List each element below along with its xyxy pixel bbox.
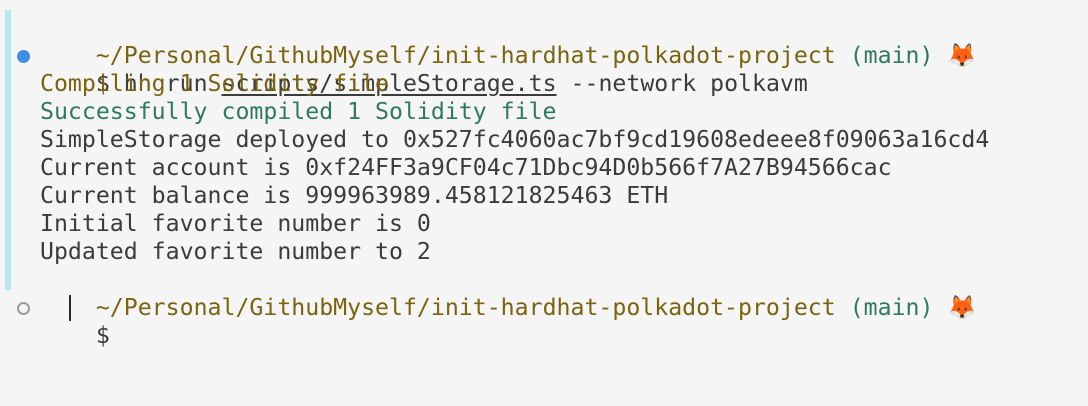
text-cursor xyxy=(69,295,71,321)
output-line-updated-number: Updated favorite number to 2 xyxy=(40,238,431,265)
command-block-bar xyxy=(5,10,11,266)
terminal-window[interactable]: ~/Personal/GithubMyself/init-hardhat-pol… xyxy=(0,0,1088,406)
command-flags: --network polkavm xyxy=(570,70,808,97)
output-line-account: Current account is 0xf24FF3a9CF04c71Dbc9… xyxy=(40,154,892,181)
input-line[interactable]: $ xyxy=(40,294,124,378)
output-line-compiling: Compiling 1 Solidity file xyxy=(40,70,390,97)
fox-icon: 🦊 xyxy=(947,42,977,69)
output-line-deployed: SimpleStorage deployed to 0x527fc4060ac7… xyxy=(40,126,990,153)
output-line-compiled: Successfully compiled 1 Solidity file xyxy=(40,98,557,125)
fox-icon: 🦊 xyxy=(947,294,977,321)
command-status-marker[interactable] xyxy=(17,50,30,63)
git-branch: (main) xyxy=(849,42,934,69)
prompt-path: ~/Personal/GithubMyself/init-hardhat-pol… xyxy=(95,294,836,321)
output-line-balance: Current balance is 999963989.45812182546… xyxy=(40,182,669,209)
git-branch: (main) xyxy=(849,294,934,321)
prompt-line-2: ~/Personal/GithubMyself/init-hardhat-pol… xyxy=(40,266,976,350)
output-line-initial-number: Initial favorite number is 0 xyxy=(40,210,431,237)
prompt-symbol: $ xyxy=(95,322,110,349)
input-status-marker xyxy=(17,302,30,315)
prompt-block-bar xyxy=(5,266,11,290)
